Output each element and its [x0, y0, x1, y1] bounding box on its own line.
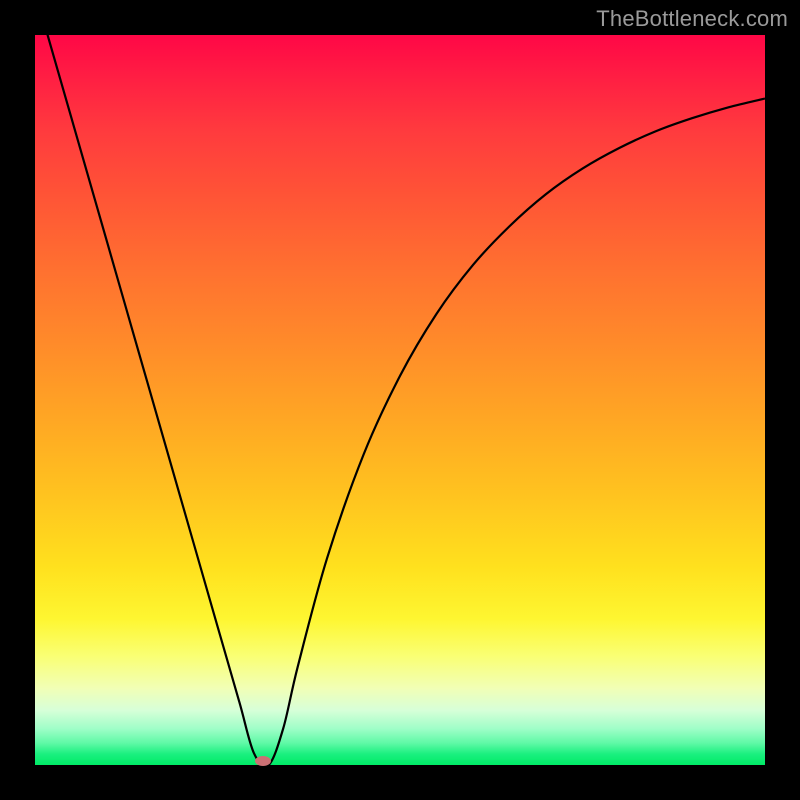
watermark-text: TheBottleneck.com [596, 6, 788, 32]
plot-area [35, 35, 765, 765]
chart-frame: TheBottleneck.com [0, 0, 800, 800]
minimum-marker [255, 756, 271, 766]
bottleneck-curve [35, 35, 765, 765]
curve-svg [35, 35, 765, 765]
